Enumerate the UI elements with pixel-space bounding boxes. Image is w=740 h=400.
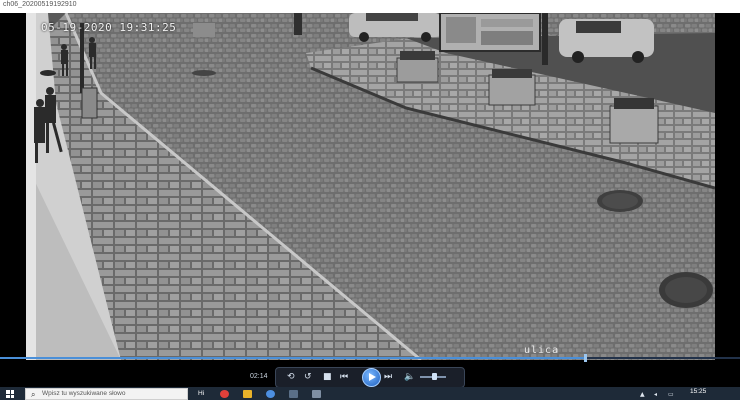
magnifier-icon: ⌕	[31, 390, 36, 399]
seek-progress	[0, 357, 585, 359]
previous-icon[interactable]: ⏮	[340, 372, 348, 382]
browser-icon[interactable]	[220, 390, 229, 398]
speaker-icon[interactable]: 🔈	[404, 372, 415, 382]
seek-thumb[interactable]	[583, 354, 587, 362]
edge-icon[interactable]	[266, 390, 275, 398]
folder-icon[interactable]	[243, 390, 252, 398]
battery-icon[interactable]: ▭	[668, 391, 674, 398]
play-triangle	[369, 373, 376, 381]
taskbar-search-input[interactable]: ⌕ Wpisz tu wyszukiwane słowo	[25, 388, 188, 400]
play-icon[interactable]	[362, 368, 381, 387]
cctv-street-scene	[26, 13, 715, 360]
search-placeholder: Wpisz tu wyszukiwane słowo	[42, 390, 126, 397]
task-view-label[interactable]: Hi	[198, 390, 204, 397]
app-icon[interactable]	[289, 390, 298, 398]
seek-bar[interactable]	[0, 354, 740, 362]
player-title-bar: ch06_20200519192910	[0, 0, 740, 13]
rewind-icon[interactable]: ↺	[304, 372, 312, 382]
osd-timestamp: 05-19-2020 19:31:25	[41, 21, 177, 34]
taskbar-clock[interactable]: 15:25	[690, 388, 706, 395]
stop-icon[interactable]: ■	[323, 372, 332, 382]
loop-icon[interactable]: ⟲	[287, 372, 295, 382]
camera-label: ulica	[524, 345, 560, 356]
network-icon[interactable]: ▲	[640, 391, 645, 398]
windows-start-icon[interactable]	[6, 390, 14, 398]
volume-knob[interactable]	[432, 373, 438, 380]
window-title: ch06_20200519192910	[3, 1, 77, 8]
media-player-icon[interactable]	[312, 390, 321, 398]
elapsed-time: 02:14	[250, 373, 268, 380]
speaker-tray-icon[interactable]: ◂	[654, 391, 657, 398]
next-icon[interactable]: ⏭	[384, 372, 392, 382]
cctv-video-frame[interactable]	[26, 13, 715, 360]
